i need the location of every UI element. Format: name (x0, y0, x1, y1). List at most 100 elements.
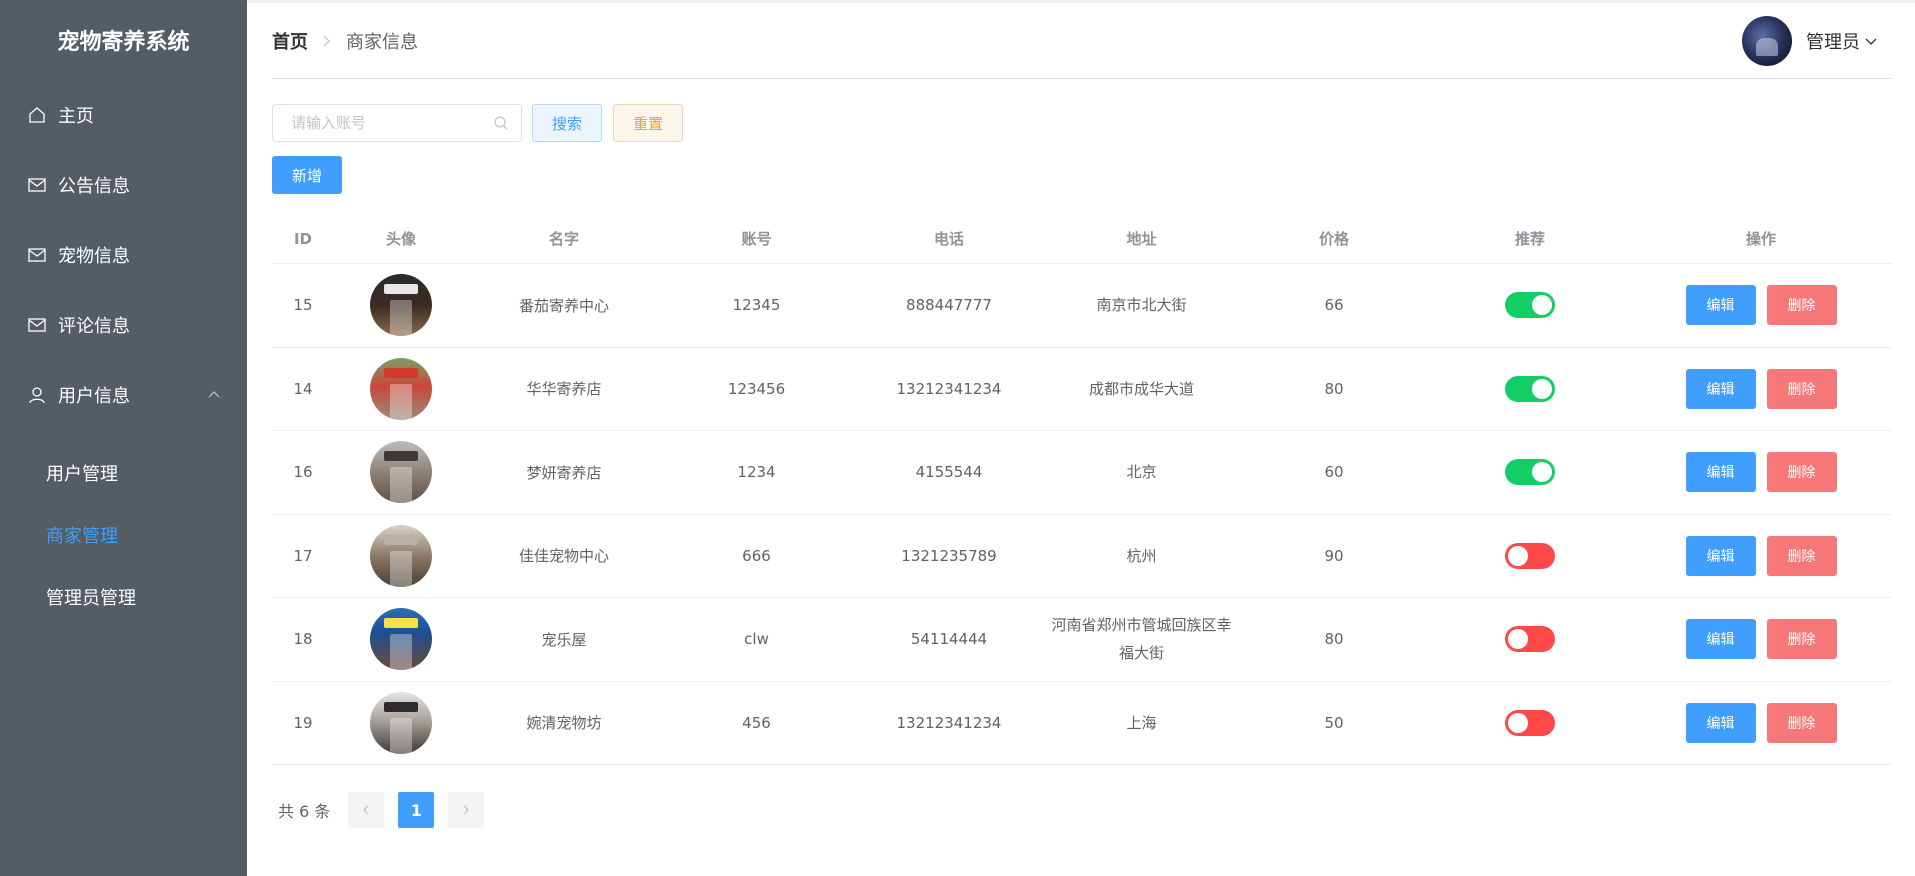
cell-id: 19 (293, 713, 313, 732)
cell-name: 佳佳宠物中心 (518, 547, 609, 566)
cell-phone: 54114444 (910, 630, 988, 649)
sidebar-item-label: 评论信息 (58, 316, 130, 337)
cell-id: 16 (293, 463, 313, 482)
recommend-switch[interactable] (1505, 459, 1555, 486)
sidebar-item-user-info[interactable]: 用户信息 (0, 360, 247, 430)
add-button[interactable]: 新增 (272, 156, 342, 194)
column-header-avatar: 头像 (385, 230, 416, 248)
sidebar-subitem-merchant-manage[interactable]: 商家管理 (0, 504, 247, 566)
sidebar-subitem-admin-manage[interactable]: 管理员管理 (0, 566, 247, 628)
merchant-table: ID 头像 名字 账号 电话 地址 价格 推荐 操作 15 番茄寄养中心 123… (272, 214, 1892, 765)
sidebar: 宠物寄养系统 主页 公告信息 宠物信息 评论信息 用户信息 用户管理 商家管理 … (0, 0, 247, 876)
avatar[interactable] (1742, 15, 1792, 66)
shop-avatar (370, 274, 432, 337)
cell-phone: 888447777 (906, 296, 992, 315)
cell-account: 12345 (732, 296, 781, 315)
cell-id: 17 (293, 546, 313, 565)
breadcrumb-current: 商家信息 (346, 31, 418, 53)
delete-button[interactable]: 删除 (1766, 285, 1837, 326)
search-input-wrapper (272, 104, 522, 142)
recommend-switch[interactable] (1505, 375, 1555, 402)
cell-id: 18 (293, 630, 313, 649)
edit-button[interactable]: 编辑 (1685, 702, 1756, 743)
chevron-right-icon (463, 805, 470, 815)
table-row: 15 番茄寄养中心 12345 888447777 南京市北大街 66 编辑 删除 (272, 264, 1892, 348)
shop-avatar (370, 441, 432, 504)
table-row: 19 婉清宠物坊 456 13212341234 上海 50 编辑 删除 (272, 682, 1892, 765)
user-menu[interactable]: 管理员 (1742, 15, 1878, 66)
recommend-switch[interactable] (1505, 626, 1555, 653)
cell-phone: 1321235789 (901, 546, 997, 565)
shop-avatar (370, 357, 432, 420)
delete-button[interactable]: 删除 (1766, 535, 1837, 576)
shop-avatar (370, 524, 432, 587)
search-input[interactable] (273, 105, 521, 141)
cell-phone: 13212341234 (896, 713, 1002, 732)
column-header-account: 账号 (741, 230, 772, 248)
cell-address: 成都市成华大道 (1088, 379, 1194, 398)
search-icon (494, 116, 508, 130)
column-header-actions: 操作 (1745, 230, 1776, 248)
cell-id: 15 (293, 296, 313, 315)
chevron-right-icon (323, 35, 330, 46)
column-header-name: 名字 (548, 230, 579, 248)
delete-button[interactable]: 删除 (1766, 702, 1837, 743)
column-header-id: ID (293, 229, 313, 248)
cell-id: 14 (293, 379, 313, 398)
sidebar-subitem-user-manage[interactable]: 用户管理 (0, 442, 247, 504)
delete-button[interactable]: 删除 (1766, 452, 1837, 493)
sidebar-item-pet[interactable]: 宠物信息 (0, 220, 247, 290)
envelope-icon (26, 174, 48, 196)
prev-page-button[interactable] (348, 792, 385, 828)
cell-address: 杭州 (1126, 546, 1157, 565)
cell-address: 南京市北大街 (1096, 296, 1187, 315)
cell-address: 上海 (1126, 713, 1157, 732)
recommend-switch[interactable] (1505, 709, 1555, 736)
search-button[interactable]: 搜索 (532, 104, 602, 142)
recommend-switch[interactable] (1505, 542, 1555, 569)
cell-name: 番茄寄养中心 (518, 296, 609, 315)
cell-account: 123456 (727, 379, 786, 398)
page-number-current[interactable]: 1 (398, 792, 435, 828)
home-icon (26, 104, 48, 126)
edit-button[interactable]: 编辑 (1685, 535, 1756, 576)
user-name[interactable]: 管理员 (1806, 28, 1878, 54)
table-row: 18 宠乐屋 clw 54114444 河南省郑州市管城回族区幸福大街 80 编… (272, 598, 1892, 682)
delete-button[interactable]: 删除 (1766, 368, 1837, 409)
column-header-phone: 电话 (933, 230, 964, 248)
cell-address: 北京 (1126, 463, 1157, 482)
sidebar-item-label: 用户信息 (58, 386, 130, 407)
column-header-address: 地址 (1126, 229, 1157, 248)
edit-button[interactable]: 编辑 (1685, 619, 1756, 660)
cell-price: 60 (1324, 463, 1344, 482)
pagination: 共 6 条 1 (278, 792, 498, 828)
envelope-icon (26, 314, 48, 336)
edit-button[interactable]: 编辑 (1685, 368, 1756, 409)
sidebar-item-home[interactable]: 主页 (0, 80, 247, 150)
chevron-up-icon (208, 391, 220, 398)
cell-price: 90 (1324, 546, 1344, 565)
edit-button[interactable]: 编辑 (1685, 452, 1756, 493)
cell-name: 华华寄养店 (526, 380, 602, 399)
sidebar-item-label: 主页 (58, 106, 94, 127)
reset-button[interactable]: 重置 (613, 104, 683, 142)
cell-phone: 4155544 (915, 463, 983, 482)
recommend-switch[interactable] (1505, 292, 1555, 319)
table-header: ID 头像 名字 账号 电话 地址 价格 推荐 操作 (272, 214, 1892, 264)
cell-price: 80 (1324, 630, 1344, 649)
sidebar-item-notice[interactable]: 公告信息 (0, 150, 247, 220)
chevron-left-icon (363, 805, 369, 815)
edit-button[interactable]: 编辑 (1685, 285, 1756, 326)
breadcrumb-home[interactable]: 首页 (272, 28, 308, 54)
table-row: 17 佳佳宠物中心 666 1321235789 杭州 90 编辑 删除 (272, 515, 1892, 598)
sidebar-item-label: 公告信息 (58, 176, 130, 197)
app-title: 宠物寄养系统 (57, 30, 190, 55)
next-page-button[interactable] (448, 792, 485, 828)
chevron-down-icon (1865, 38, 1877, 45)
cell-price: 66 (1324, 296, 1344, 315)
user-icon (26, 384, 48, 406)
delete-button[interactable]: 删除 (1766, 619, 1837, 660)
sidebar-item-comment[interactable]: 评论信息 (0, 290, 247, 360)
cell-account: 456 (742, 713, 771, 732)
cell-price: 80 (1324, 379, 1344, 398)
